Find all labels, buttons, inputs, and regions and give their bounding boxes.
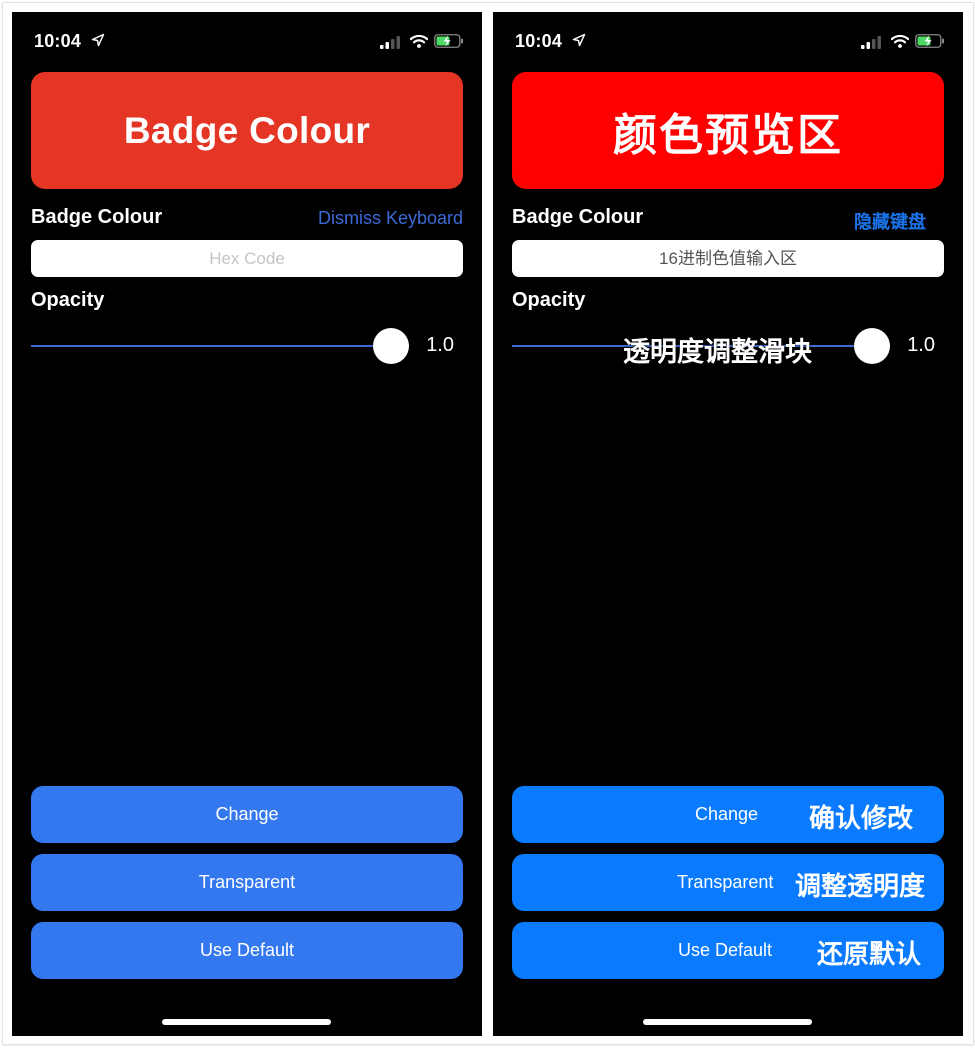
cellular-signal-icon <box>380 36 400 49</box>
opacity-label: Opacity <box>31 289 105 311</box>
change-button-label: Change <box>215 804 279 824</box>
battery-charging-icon <box>915 34 944 48</box>
use-default-annotation: 还原默认 <box>817 939 922 969</box>
location-arrow-icon <box>91 33 105 47</box>
badge-colour-label: Badge Colour <box>512 206 644 228</box>
battery-charging-icon <box>434 34 463 48</box>
slider-thumb[interactable] <box>854 328 890 364</box>
transparent-button[interactable]: Transparent 调整透明度 <box>512 854 944 911</box>
cellular-signal-icon <box>861 36 881 49</box>
status-bar: 10:04 <box>493 30 963 54</box>
phone-screen-annotated: 10:04 颜色预览区 Badge Colour 隐藏键盘 Opacity 透明… <box>493 12 963 1036</box>
hex-code-input[interactable] <box>512 240 944 277</box>
transparent-button-label: Transparent <box>198 872 296 892</box>
use-default-button-label: Use Default <box>199 940 295 960</box>
home-indicator[interactable] <box>162 1019 331 1025</box>
wifi-icon <box>891 34 909 48</box>
wifi-icon <box>410 34 428 48</box>
location-arrow-icon <box>572 33 586 47</box>
use-default-button[interactable]: Use Default <box>31 922 463 979</box>
slider-annotation: 透明度调整滑块 <box>623 337 812 367</box>
transparent-button-label: Transparent <box>677 872 774 892</box>
change-button[interactable]: Change 确认修改 <box>512 786 944 843</box>
home-indicator[interactable] <box>643 1019 812 1025</box>
hide-keyboard-button[interactable]: 隐藏键盘 <box>854 208 926 234</box>
dismiss-keyboard-button[interactable]: Dismiss Keyboard <box>318 208 463 229</box>
change-annotation: 确认修改 <box>809 803 914 833</box>
change-button-label: Change <box>695 804 759 824</box>
badge-colour-preview: Badge Colour <box>31 72 463 189</box>
opacity-slider[interactable] <box>31 328 409 364</box>
transparent-annotation: 调整透明度 <box>795 871 926 901</box>
opacity-label: Opacity <box>512 289 586 311</box>
opacity-value: 1.0 <box>907 334 935 356</box>
status-bar: 10:04 <box>12 30 482 54</box>
slider-thumb[interactable] <box>373 328 409 364</box>
badge-colour-label: Badge Colour <box>31 206 163 228</box>
slider-fill <box>31 345 409 347</box>
phone-screen-english: 10:04 Badge Colour Badge Colour Dismiss … <box>12 12 482 1036</box>
status-time: 10:04 <box>34 31 82 51</box>
use-default-button-label: Use Default <box>678 940 773 960</box>
color-preview-area: 颜色预览区 <box>512 72 944 189</box>
transparent-button[interactable]: Transparent <box>31 854 463 911</box>
change-button[interactable]: Change <box>31 786 463 843</box>
status-time: 10:04 <box>515 31 563 51</box>
hex-code-input[interactable] <box>31 240 463 277</box>
opacity-value: 1.0 <box>426 334 454 356</box>
use-default-button[interactable]: Use Default 还原默认 <box>512 922 944 979</box>
